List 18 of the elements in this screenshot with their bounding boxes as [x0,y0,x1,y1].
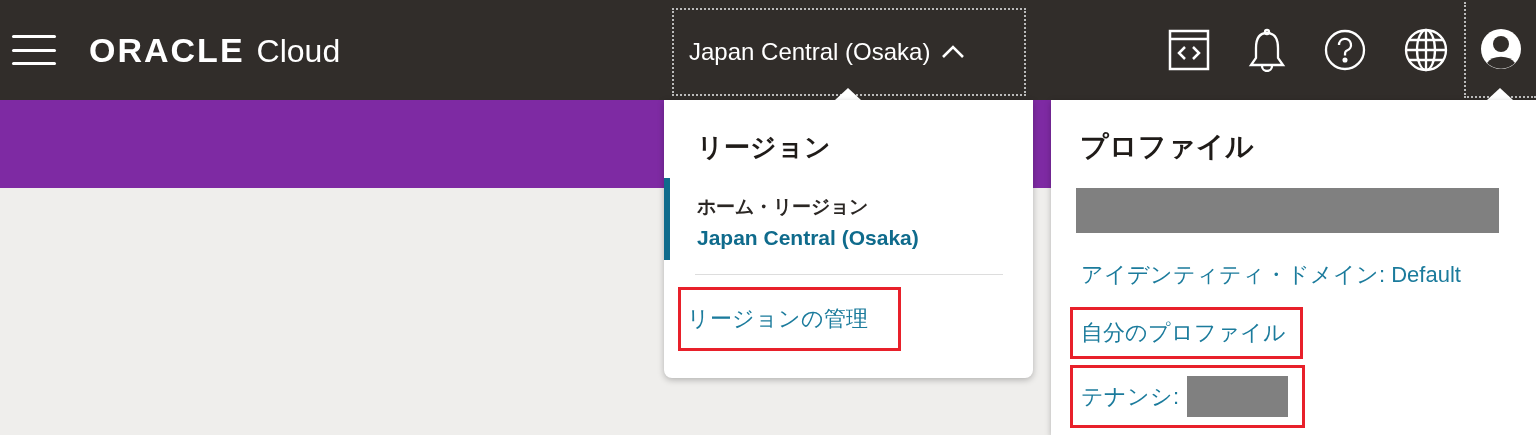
manage-regions-link[interactable]: リージョンの管理 [678,287,901,351]
profile-button[interactable] [1464,2,1536,98]
my-profile-link[interactable]: 自分のプロファイル [1070,307,1303,359]
home-region-name: Japan Central (Osaka) [697,226,920,250]
tenancy-link[interactable]: テナンシ: [1070,365,1306,428]
code-window-icon[interactable] [1168,29,1210,71]
menu-button[interactable] [12,35,56,65]
identity-domain-link[interactable]: アイデンティティ・ドメイン: Default [1070,249,1478,301]
help-icon[interactable] [1324,29,1366,71]
menu-title: プロファイル [1079,130,1255,164]
bell-icon[interactable] [1248,28,1286,72]
menu-title: リージョン [696,131,832,164]
region-selector[interactable]: Japan Central (Osaka) [672,8,1026,96]
avatar-icon [1480,28,1522,70]
brand-logo: ORACLE [89,30,245,70]
product-name: Cloud [256,32,341,70]
home-region-label: ホーム・リージョン [697,195,869,219]
globe-icon[interactable] [1404,28,1448,72]
